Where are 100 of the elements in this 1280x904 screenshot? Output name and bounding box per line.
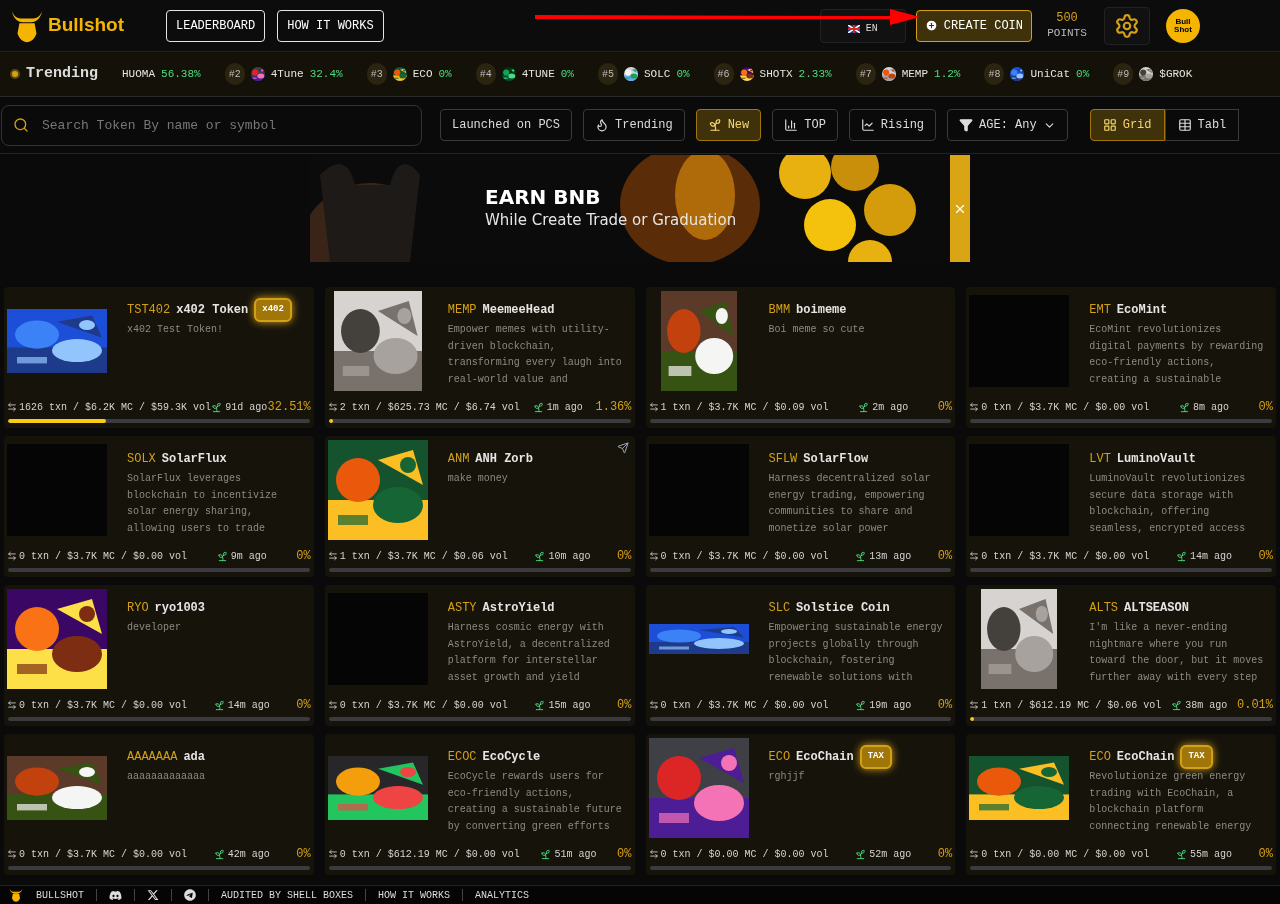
token-percent: 0% bbox=[296, 697, 311, 714]
rank-badge: #2 bbox=[224, 63, 245, 85]
token-description: SolarFlux leverages blockchain to incentivize solar energy sharing, allowing users to trade bbox=[127, 472, 279, 536]
filter-tab[interactable]: New bbox=[695, 109, 762, 141]
nav-link[interactable]: HOW IT WORKS bbox=[277, 9, 384, 42]
rank-badge: #5 bbox=[597, 63, 618, 85]
token-card[interactable]: SOLX SolarFlux SolarFlux leverages blockchain to incentivize solar energy sharing, allowing users to trade 0 txn / $3.7K MC / $0.00 vol 9m ago 0% bbox=[4, 436, 314, 577]
flame-icon bbox=[595, 118, 610, 132]
swap-icon bbox=[648, 551, 659, 561]
search-field[interactable]: Search Token By name or symbol bbox=[1, 104, 422, 146]
price-change: 0% bbox=[1076, 66, 1090, 82]
age-dropdown[interactable]: AGE: Any bbox=[947, 109, 1068, 141]
token-description: EcoMint revolutionizes digital payments by rewarding eco-friendly actions, creating a sustainable bbox=[1089, 323, 1265, 387]
nav-link[interactable]: LEADERBOARD bbox=[166, 9, 266, 42]
token-card[interactable]: ALTS ALTSEASON I'm like a never-ending nightmare where you run toward the door, but it moves further away with every step 1 txn / $612.19 MC / $0.06 vol 38m ago 0.01% bbox=[966, 585, 1276, 726]
token-stats: 1626 txn / $6.2K MC / $59.3K vol bbox=[19, 400, 212, 415]
token-card[interactable]: MEMP MeemeeHead Empower memes with utility-driven blockchain, transforming every laugh into real-world value and 2 txn / $625.73 MC / $6.74 vol 1m ago 1.36% bbox=[324, 287, 635, 428]
sprout-icon bbox=[707, 118, 722, 132]
token-name[interactable]: ECO bbox=[412, 65, 433, 83]
token-name: Solstice Coin bbox=[796, 600, 890, 617]
token-age: 9m ago bbox=[230, 549, 267, 564]
token-description: Boi meme so cute bbox=[768, 323, 866, 337]
token-percent: 0% bbox=[937, 697, 953, 714]
token-percent: 0% bbox=[937, 846, 953, 863]
rank-badge: #8 bbox=[984, 63, 1005, 85]
token-card[interactable]: RYO ryo1003 developer 0 txn / $3.7K MC / $0.00 vol 14m ago 0% bbox=[4, 585, 314, 726]
table-icon bbox=[1177, 118, 1192, 132]
token-ticker: SLC bbox=[768, 600, 791, 617]
view-toggle[interactable]: Grid bbox=[1089, 109, 1165, 141]
token-name[interactable]: 4Tune bbox=[270, 65, 304, 83]
token-age: 91d ago bbox=[225, 400, 268, 415]
token-name[interactable]: UniCat bbox=[1030, 65, 1071, 83]
token-card[interactable]: BMM boimeme Boi meme so cute 1 txn / $3.7K MC / $0.09 vol 2m ago 0% bbox=[645, 287, 956, 428]
token-name[interactable]: SHOTX bbox=[759, 65, 793, 83]
token-ticker: ASTY bbox=[447, 600, 477, 617]
points-value: 500 bbox=[1056, 10, 1078, 26]
sprout-icon bbox=[534, 550, 546, 562]
view-toggle[interactable]: Tabl bbox=[1164, 109, 1240, 141]
token-card[interactable]: ECOC EcoCycle EcoCycle rewards users for eco-friendly actions, creating a sustainable future by converting green efforts 0 txn / $612.19 MC / $0.00 vol 51m ago 0% bbox=[324, 734, 635, 875]
token-stats: 1 txn / $612.19 MC / $0.06 vol bbox=[981, 698, 1162, 713]
token-card[interactable]: ECO EcoChain TAX rghjjf 0 txn / $0.00 MC / $0.00 vol 52m ago 0% bbox=[645, 734, 956, 875]
token-name[interactable]: SOLC bbox=[643, 65, 671, 83]
token-tag: TAX bbox=[1180, 745, 1213, 769]
token-tag: TAX bbox=[859, 745, 892, 769]
token-stats: 0 txn / $612.19 MC / $0.00 vol bbox=[339, 847, 520, 862]
sprout-icon bbox=[1171, 699, 1183, 711]
filter-tab[interactable]: Trending bbox=[583, 109, 685, 141]
token-description: Harness decentralized solar energy trading, empowering communities to share and monetize solar power bbox=[768, 472, 932, 536]
token-card[interactable]: ANM ANH Zorb make money 1 txn / $3.7K MC / $0.06 vol 10m ago 0% bbox=[324, 436, 635, 577]
footer-link[interactable]: ANALYTICS bbox=[475, 887, 530, 903]
token-name[interactable]: $GROK bbox=[1159, 65, 1193, 83]
token-name[interactable]: MEMP bbox=[901, 65, 929, 83]
price-change: 0% bbox=[676, 66, 690, 82]
filter-icon bbox=[959, 118, 974, 132]
token-ticker: RYO bbox=[127, 600, 149, 617]
swap-icon bbox=[648, 700, 659, 710]
token-name: boimeme bbox=[796, 302, 847, 319]
token-card[interactable]: SLC Solstice Coin Empowering sustainable energy projects globally through blockchain, fostering renewable solutions with 0 txn / $3.7K MC / $0.00 vol 19m ago 0% bbox=[645, 585, 956, 726]
filter-tab[interactable]: Rising bbox=[848, 109, 937, 141]
token-card[interactable]: SFLW SolarFlow Harness decentralized solar energy trading, empowering communities to share and monetize solar power 0 txn / $3.7K MC / $0.00 vol 13m ago 0% bbox=[645, 436, 956, 577]
settings-button[interactable] bbox=[1104, 6, 1150, 45]
footer-link[interactable]: HOW IT WORKS bbox=[378, 887, 451, 903]
footer-link[interactable]: AUDITED BY SHELL BOXES bbox=[221, 887, 354, 903]
x-icon[interactable] bbox=[147, 889, 159, 901]
swap-icon bbox=[327, 700, 338, 710]
sprout-icon bbox=[1178, 401, 1190, 413]
token-stats: 0 txn / $3.7K MC / $0.00 vol bbox=[660, 698, 829, 713]
swap-icon bbox=[7, 849, 17, 859]
token-card[interactable]: AAAAAAA ada aaaaaaaaaaaaa 0 txn / $3.7K MC / $0.00 vol 42m ago 0% bbox=[4, 734, 314, 875]
telegram-icon[interactable] bbox=[184, 889, 196, 901]
avatar[interactable]: Bull Shot bbox=[1166, 8, 1200, 43]
token-name[interactable]: 4TUNE bbox=[521, 65, 555, 83]
filter-tab[interactable]: Launched on PCS bbox=[440, 109, 573, 141]
brand-logo[interactable]: Bullshot bbox=[48, 11, 124, 40]
token-name: SolarFlow bbox=[803, 451, 869, 468]
token-name: EcoChain bbox=[1116, 749, 1175, 766]
send-icon[interactable] bbox=[616, 442, 629, 454]
token-name: ryo1003 bbox=[154, 600, 206, 617]
token-name[interactable]: HUOMA bbox=[122, 65, 156, 83]
token-tag: x402 bbox=[254, 298, 292, 322]
token-ticker: MEMP bbox=[447, 302, 477, 319]
token-age: 42m ago bbox=[227, 847, 270, 862]
token-percent: 1.36% bbox=[595, 399, 632, 416]
token-card[interactable]: EMT EcoMint EcoMint revolutionizes digital payments by rewarding eco-friendly actions, creating a sustainable 0 txn / $3.7K MC / $0.00 vol 8m ago 0% bbox=[966, 287, 1276, 428]
swap-icon bbox=[327, 551, 338, 561]
token-card[interactable]: LVT LuminoVault LuminoVault revolutionizes secure data storage with blockchain, offering seamless, encrypted access 0 txn / $3.7K MC / $0.00 vol 14m ago 0% bbox=[966, 436, 1276, 577]
points-label: POINTS bbox=[1047, 25, 1087, 41]
create-coin-button[interactable]: CREATE COIN bbox=[915, 9, 1032, 42]
price-change: 0% bbox=[438, 66, 452, 82]
token-stats: 0 txn / $3.7K MC / $0.00 vol bbox=[660, 549, 829, 564]
swap-icon bbox=[7, 551, 17, 561]
filter-tab[interactable]: TOP bbox=[772, 109, 838, 141]
token-card[interactable]: ECO EcoChain TAX Revolutionize green energy trading with EcoChain, a blockchain platform connecting renewable energy 0 txn / $0.00 MC / $0.00 vol 55m ago 0% bbox=[966, 734, 1276, 875]
footer-brand[interactable]: BULLSHOT bbox=[36, 887, 84, 903]
token-name: EcoChain bbox=[796, 749, 854, 766]
token-card[interactable]: ASTY AstroYield Harness cosmic energy with AstroYield, a decentralized platform for interstellar asset growth and yield 0 txn / $3.7K MC / $0.00 vol 15m ago 0% bbox=[324, 585, 635, 726]
token-card[interactable]: TST402 x402 Token x402 x402 Test Token! 1626 txn / $6.2K MC / $59.3K vol 91d ago32.51% bbox=[4, 287, 314, 428]
discord-icon[interactable] bbox=[109, 888, 122, 902]
promo-banner[interactable]: EARN BNB While Create Trade or Graduation bbox=[310, 155, 970, 262]
token-stats: 0 txn / $0.00 MC / $0.00 vol bbox=[660, 847, 829, 862]
